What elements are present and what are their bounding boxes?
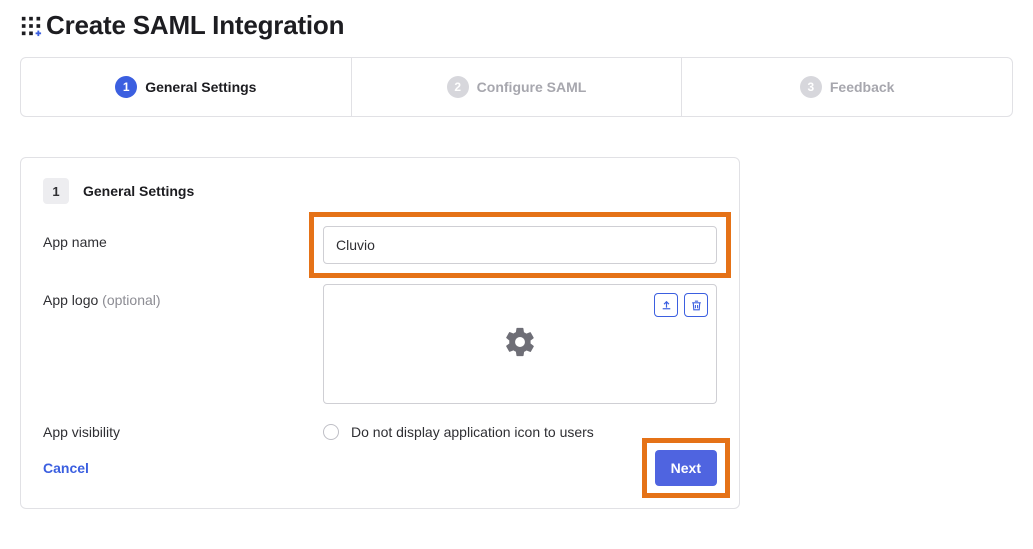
cancel-button[interactable]: Cancel (43, 460, 89, 476)
gear-icon (503, 325, 537, 364)
page-title: Create SAML Integration (46, 10, 344, 41)
step-label: Feedback (830, 79, 895, 95)
app-name-input[interactable] (323, 226, 717, 264)
step-number-badge: 2 (447, 76, 469, 98)
app-logo-dropzone[interactable] (323, 284, 717, 404)
app-switcher-icon[interactable] (20, 15, 42, 37)
wizard-step-feedback[interactable]: 3 Feedback (682, 58, 1012, 116)
app-name-label: App name (43, 226, 323, 250)
step-label: General Settings (145, 79, 256, 95)
wizard-step-configure-saml[interactable]: 2 Configure SAML (352, 58, 683, 116)
step-number-badge: 1 (115, 76, 137, 98)
visibility-checkbox-label: Do not display application icon to users (351, 424, 594, 440)
wizard-steps: 1 General Settings 2 Configure SAML 3 Fe… (20, 57, 1013, 117)
panel-step-number: 1 (43, 178, 69, 204)
next-button[interactable]: Next (655, 450, 717, 486)
general-settings-panel: 1 General Settings App name App logo (op… (20, 157, 740, 509)
app-visibility-label: App visibility (43, 424, 323, 440)
step-number-badge: 3 (800, 76, 822, 98)
delete-logo-button[interactable] (684, 293, 708, 317)
visibility-checkbox[interactable] (323, 424, 339, 440)
app-logo-label: App logo (optional) (43, 284, 323, 308)
step-label: Configure SAML (477, 79, 587, 95)
panel-title: General Settings (83, 183, 194, 199)
wizard-step-general-settings[interactable]: 1 General Settings (21, 58, 352, 116)
upload-logo-button[interactable] (654, 293, 678, 317)
